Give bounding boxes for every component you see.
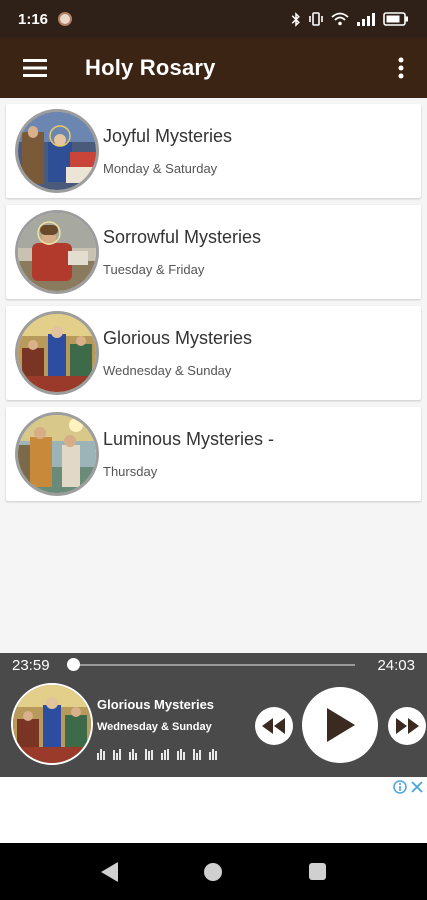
mystery-card-sorrowful[interactable]: Sorrowful Mysteries Tuesday & Friday	[6, 205, 421, 299]
mystery-card-joyful[interactable]: Joyful Mysteries Monday & Saturday	[6, 104, 421, 198]
page-title: Holy Rosary	[85, 55, 216, 80]
signal-icon	[357, 13, 375, 26]
mystery-days: Thursday	[103, 464, 158, 479]
gethsemane-painting-icon	[15, 210, 99, 294]
status-bar: 1:16	[0, 0, 427, 38]
seek-thumb[interactable]	[67, 658, 80, 671]
rewind-button[interactable]	[255, 707, 293, 745]
seek-bar[interactable]	[72, 664, 355, 666]
mystery-card-luminous[interactable]: Luminous Mysteries - Thursday	[6, 407, 421, 501]
app-bar: Holy Rosary	[0, 38, 427, 98]
bluetooth-icon	[291, 11, 300, 27]
close-icon	[411, 781, 423, 793]
play-button[interactable]	[302, 687, 378, 763]
mystery-title: Luminous Mysteries -	[103, 429, 275, 449]
fast-forward-icon	[396, 718, 419, 734]
home-icon[interactable]	[204, 863, 222, 881]
menu-button[interactable]	[0, 38, 70, 98]
wifi-icon	[331, 12, 349, 26]
system-nav-bar	[0, 843, 427, 900]
mystery-title: Joyful Mysteries	[103, 126, 233, 146]
total-time: 24:03	[377, 657, 415, 674]
baptism-painting-icon	[15, 412, 99, 496]
pentecost-painting-icon	[11, 683, 93, 765]
mystery-days: Wednesday & Sunday	[103, 363, 232, 378]
vibrate-icon	[309, 12, 323, 26]
recent-apps-icon[interactable]	[309, 863, 326, 880]
overflow-menu-button[interactable]	[375, 38, 427, 98]
back-icon[interactable]	[101, 862, 119, 882]
status-icons	[291, 11, 409, 27]
mystery-title: Glorious Mysteries	[103, 328, 253, 348]
player-title: Glorious Mysteries	[97, 697, 215, 712]
mystery-days: Monday & Saturday	[103, 161, 218, 176]
battery-icon	[383, 12, 408, 26]
mystery-card-glorious[interactable]: Glorious Mysteries Wednesday & Sunday	[6, 306, 421, 400]
ad-banner[interactable]	[0, 777, 427, 843]
ad-choices[interactable]	[393, 780, 423, 794]
mystery-days: Tuesday & Friday	[103, 262, 205, 277]
fast-forward-button[interactable]	[388, 707, 426, 745]
hamburger-icon	[23, 59, 47, 77]
app-notification-icon	[58, 12, 73, 26]
mysteries-list: Joyful Mysteries Monday & Saturday Sorro…	[6, 104, 421, 508]
play-icon	[327, 708, 355, 742]
rewind-icon	[262, 718, 285, 734]
player-subtitle: Wednesday & Sunday	[97, 721, 212, 733]
pentecost-painting-icon	[15, 311, 99, 395]
more-vert-icon	[398, 57, 404, 79]
info-icon	[393, 780, 407, 794]
nativity-painting-icon	[15, 109, 99, 193]
seek-row: 23:59 24:03	[0, 653, 427, 677]
equalizer-icon	[97, 748, 217, 760]
current-time: 23:59	[12, 657, 50, 674]
status-time: 1:16	[18, 10, 49, 28]
mystery-title: Sorrowful Mysteries	[103, 227, 262, 247]
media-player: 23:59 24:03 Glorious Mysteries Wednesday…	[0, 653, 427, 777]
